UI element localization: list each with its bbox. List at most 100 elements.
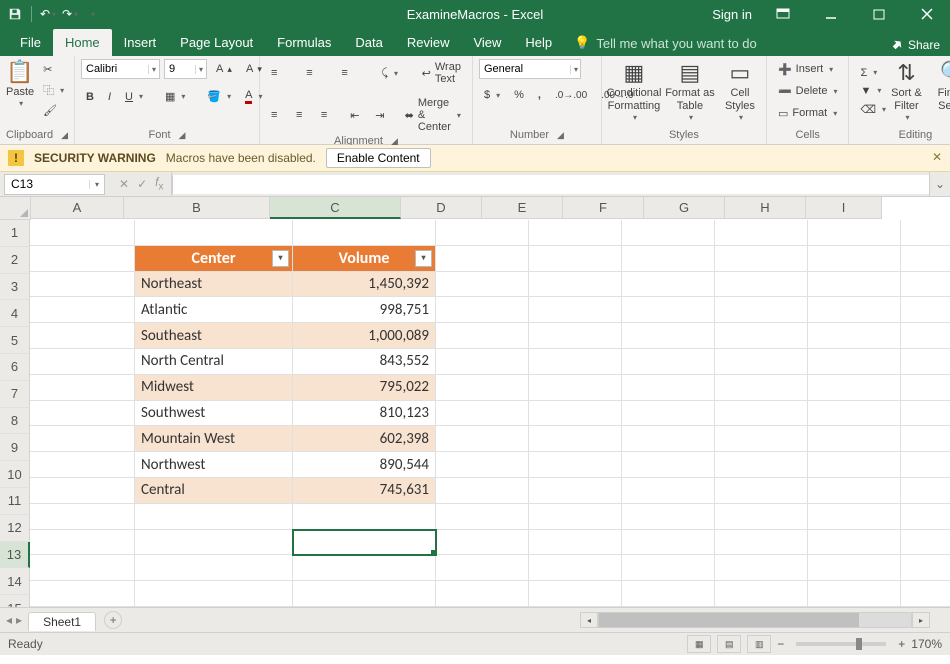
cell-I12[interactable] [901, 504, 950, 530]
cell-E2[interactable] [529, 246, 622, 272]
cell-F10[interactable] [622, 452, 715, 478]
cell-F9[interactable] [622, 426, 715, 452]
cell-G10[interactable] [715, 452, 808, 478]
cell-F4[interactable] [622, 297, 715, 323]
cell-H10[interactable] [808, 452, 901, 478]
cell-F11[interactable] [622, 478, 715, 504]
cell-I15[interactable] [901, 581, 950, 607]
zoom-level[interactable]: 170% [911, 637, 942, 651]
sign-in-link[interactable]: Sign in [712, 7, 752, 22]
italic-button[interactable]: I [103, 89, 116, 105]
cell-B1[interactable] [135, 220, 293, 246]
save-icon[interactable] [6, 5, 24, 23]
cell-G12[interactable] [715, 504, 808, 530]
column-header-A[interactable]: A [31, 197, 124, 219]
cell-I2[interactable] [901, 246, 950, 272]
redo-icon[interactable]: ↷▾ [61, 5, 79, 23]
row-header-4[interactable]: 4 [0, 300, 30, 327]
align-bottom-button[interactable]: ≡ [336, 65, 367, 81]
cell-A6[interactable] [30, 349, 135, 375]
underline-button[interactable]: U▾ [120, 89, 148, 105]
cell-C5[interactable]: 1,000,089 [293, 323, 436, 349]
cell-A11[interactable] [30, 478, 135, 504]
cell-C6[interactable]: 843,552 [293, 349, 436, 375]
row-header-12[interactable]: 12 [0, 515, 30, 542]
tab-review[interactable]: Review [395, 29, 462, 56]
cell-B8[interactable]: Southwest [135, 401, 293, 427]
align-middle-button[interactable]: ≡ [301, 65, 332, 81]
cell-A2[interactable] [30, 246, 135, 272]
paste-button[interactable]: 📋 Paste▾ [6, 59, 34, 108]
column-header-E[interactable]: E [482, 197, 563, 219]
row-header-11[interactable]: 11 [0, 488, 30, 515]
increase-font-button[interactable]: A▴ [211, 61, 237, 77]
cell-C7[interactable]: 795,022 [293, 375, 436, 401]
column-header-I[interactable]: I [806, 197, 882, 219]
orientation-button[interactable]: ⤹▾ [376, 65, 407, 82]
tab-formulas[interactable]: Formulas [265, 29, 343, 56]
cell-D13[interactable] [436, 530, 529, 556]
increase-decimal-button[interactable]: .0→.00 [550, 88, 592, 103]
align-left-button[interactable]: ≡ [266, 107, 287, 123]
delete-cells-button[interactable]: ➖Delete▾ [773, 83, 853, 100]
cell-F3[interactable] [622, 272, 715, 298]
cell-D11[interactable] [436, 478, 529, 504]
cell-D10[interactable] [436, 452, 529, 478]
formula-input[interactable] [172, 175, 929, 194]
cell-A10[interactable] [30, 452, 135, 478]
tab-page-layout[interactable]: Page Layout [168, 29, 265, 56]
cell-H9[interactable] [808, 426, 901, 452]
cell-F2[interactable] [622, 246, 715, 272]
launcher-icon[interactable]: ◢ [179, 130, 186, 141]
cell-B6[interactable]: North Central [135, 349, 293, 375]
row-header-2[interactable]: 2 [0, 247, 30, 274]
row-header-5[interactable]: 5 [0, 327, 30, 354]
cell-E7[interactable] [529, 375, 622, 401]
cell-E3[interactable] [529, 272, 622, 298]
cell-E4[interactable] [529, 297, 622, 323]
cell-B10[interactable]: Northwest [135, 452, 293, 478]
cell-A1[interactable] [30, 220, 135, 246]
cell-D14[interactable] [436, 555, 529, 581]
cell-B13[interactable] [135, 530, 293, 556]
expand-formula-bar-icon[interactable]: ⌄ [929, 172, 950, 196]
cell-I8[interactable] [901, 401, 950, 427]
zoom-out-button[interactable]: − [777, 637, 784, 651]
cell-grid[interactable]: Center▾Volume▾Northeast1,450,392Atlantic… [30, 220, 950, 622]
cell-D5[interactable] [436, 323, 529, 349]
cell-D3[interactable] [436, 272, 529, 298]
column-header-C[interactable]: C [270, 197, 401, 219]
cell-H11[interactable] [808, 478, 901, 504]
cell-H12[interactable] [808, 504, 901, 530]
cell-D1[interactable] [436, 220, 529, 246]
cell-G7[interactable] [715, 375, 808, 401]
cell-B5[interactable]: Southeast [135, 323, 293, 349]
cell-E11[interactable] [529, 478, 622, 504]
cell-A9[interactable] [30, 426, 135, 452]
cell-H15[interactable] [808, 581, 901, 607]
cell-styles-button[interactable]: ▭Cell Styles▾ [720, 60, 760, 122]
cell-D2[interactable] [436, 246, 529, 272]
decrease-indent-button[interactable]: ⇤ [345, 107, 366, 124]
cell-E13[interactable] [529, 530, 622, 556]
cell-G11[interactable] [715, 478, 808, 504]
insert-cells-button[interactable]: ➕Insert▾ [773, 61, 853, 78]
cell-H13[interactable] [808, 530, 901, 556]
cell-I6[interactable] [901, 349, 950, 375]
cell-A5[interactable] [30, 323, 135, 349]
cell-I10[interactable] [901, 452, 950, 478]
cell-I5[interactable] [901, 323, 950, 349]
cell-B2[interactable]: Center▾ [135, 246, 293, 272]
fill-color-button[interactable]: 🪣▾ [202, 88, 236, 105]
percent-button[interactable]: % [509, 87, 529, 103]
normal-view-button[interactable]: ▦ [687, 635, 711, 653]
cell-I7[interactable] [901, 375, 950, 401]
cell-I1[interactable] [901, 220, 950, 246]
cell-C10[interactable]: 890,544 [293, 452, 436, 478]
cancel-formula-icon[interactable]: ✕ [119, 177, 129, 191]
ribbon-display-icon[interactable] [766, 0, 800, 28]
cell-B9[interactable]: Mountain West [135, 426, 293, 452]
cell-C11[interactable]: 745,631 [293, 478, 436, 504]
undo-icon[interactable]: ↶▾ [39, 5, 57, 23]
tab-home[interactable]: Home [53, 29, 112, 56]
